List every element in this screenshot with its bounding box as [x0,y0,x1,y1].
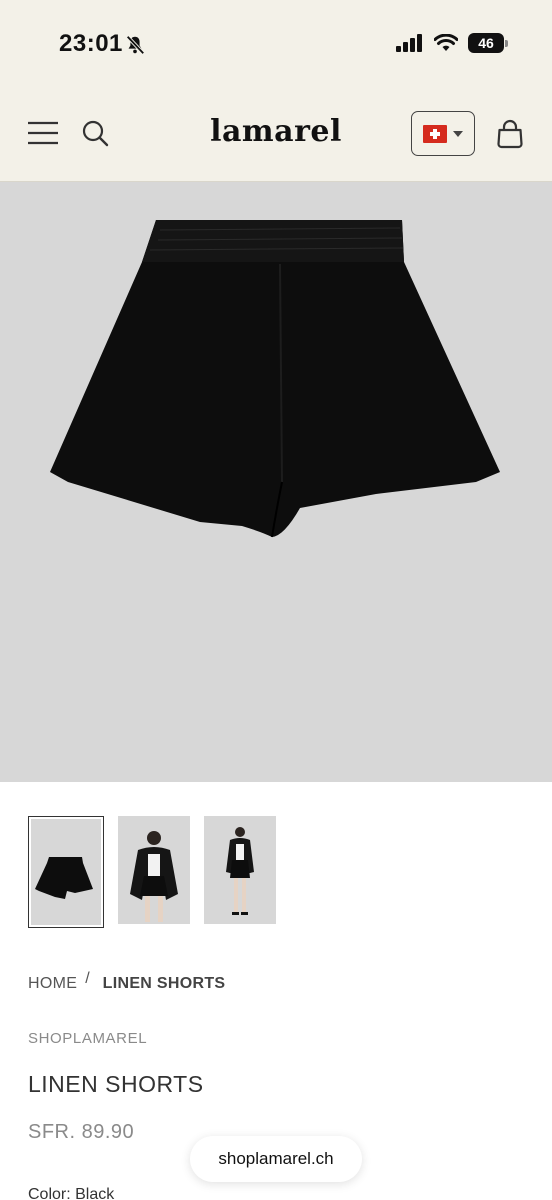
signal-icon [396,34,422,52]
breadcrumb-current: LINEN SHORTS [102,975,226,992]
thumb-model-front-image [130,831,178,922]
menu-icon[interactable] [27,120,59,146]
breadcrumb-separator: / [85,970,90,987]
thumb-shorts-image [35,857,93,899]
product-main-image[interactable] [0,182,552,782]
search-icon[interactable] [81,119,109,147]
country-selector[interactable] [411,111,475,156]
battery-icon: 46 [468,33,508,53]
shopping-bag-icon[interactable] [496,119,524,149]
status-icons: 46 [396,33,508,53]
wifi-icon [434,34,458,51]
switzerland-flag-icon [423,124,447,143]
site-header: lamarel [0,92,552,182]
thumbnail-3[interactable] [204,816,276,924]
breadcrumb: HOME / LINEN SHORTS [28,970,226,993]
thumbnail-1[interactable] [28,816,104,928]
thumb-model-full-image [226,827,254,915]
breadcrumb-home-link[interactable]: HOME [28,975,77,993]
product-vendor[interactable]: SHOPLAMAREL [28,1030,147,1047]
status-time: 23:01 [59,30,123,57]
color-option-label: Color: Black [28,1186,115,1200]
product-title: LINEN SHORTS [28,1071,204,1097]
status-bar: 23:01 46 [0,0,552,92]
product-price: SFR. 89.90 [28,1121,135,1143]
browser-url-bar[interactable]: shoplamarel.ch [190,1136,362,1182]
thumbnail-2[interactable] [118,816,190,924]
thumbnail-strip [28,816,276,928]
bell-off-icon [126,35,145,55]
chevron-down-icon [453,130,463,137]
shorts-illustration [50,220,500,538]
